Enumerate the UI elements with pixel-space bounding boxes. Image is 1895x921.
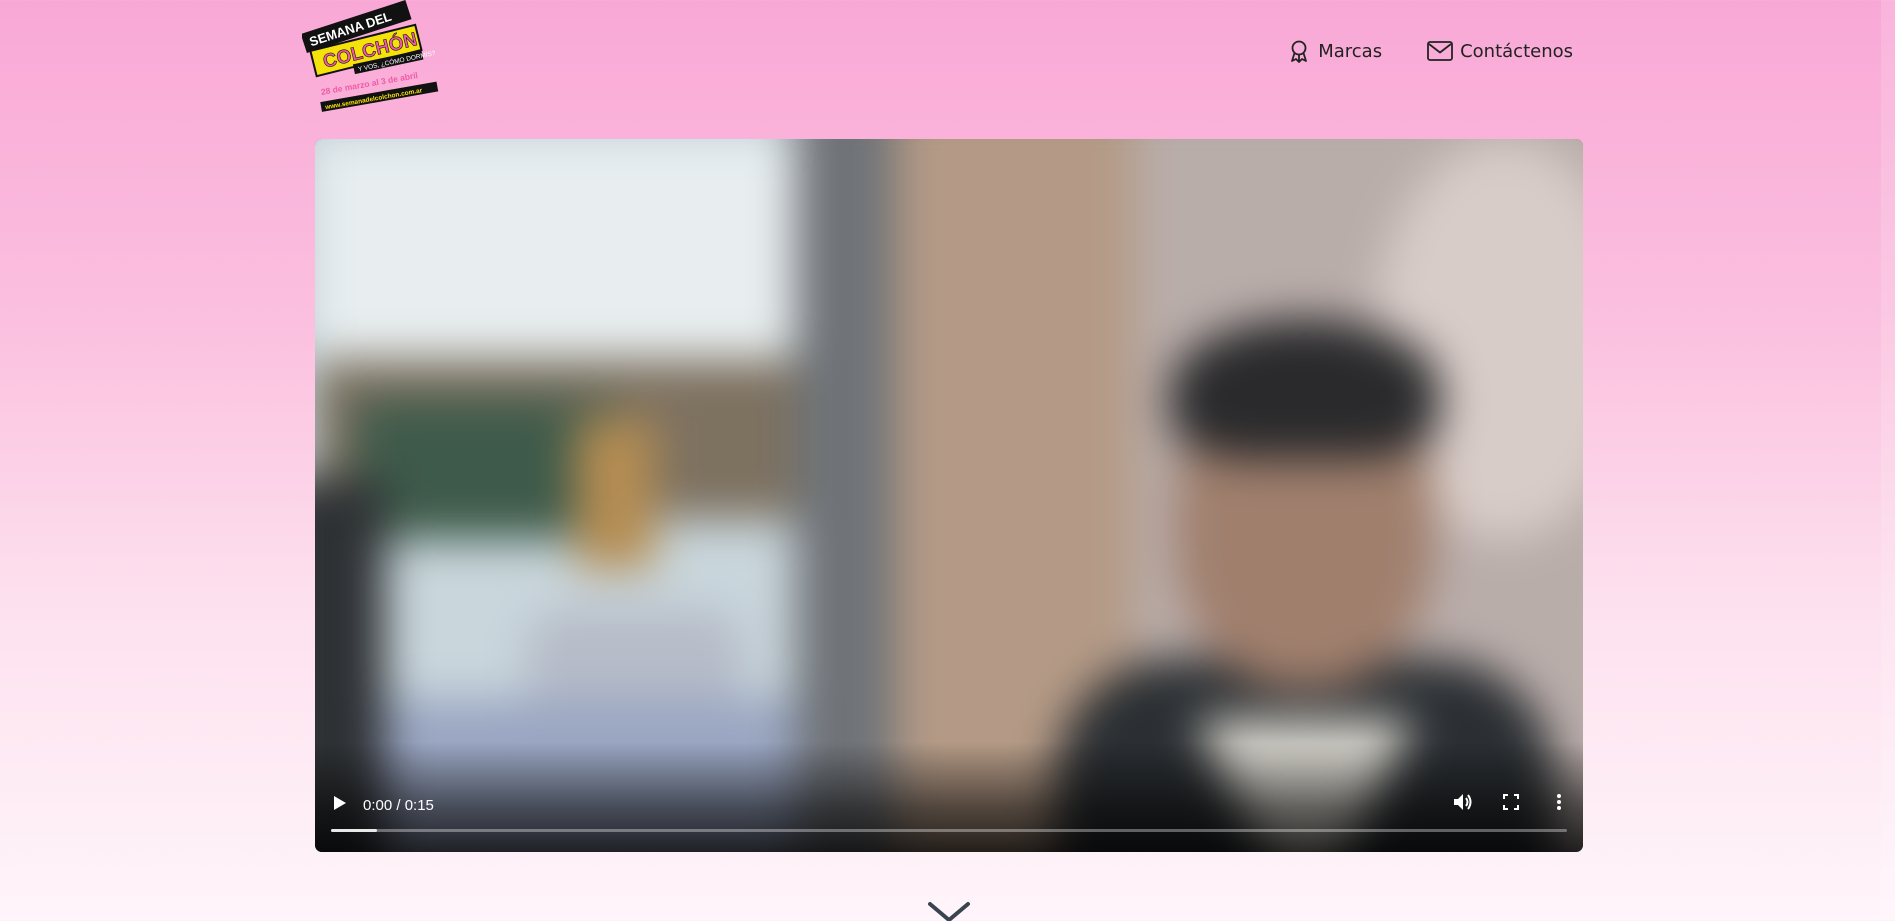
video-controls-right (1451, 792, 1571, 816)
nav-item-label: Contáctenos (1460, 40, 1573, 62)
fullscreen-icon (1503, 793, 1519, 815)
more-options-button[interactable] (1547, 792, 1571, 816)
brand-logo[interactable]: SEMANA DEL COLCHÓN Y VOS, ¿CÓMO DORMÍS? … (300, 0, 440, 112)
envelope-icon (1426, 40, 1454, 62)
play-button[interactable] (329, 794, 351, 816)
time-display: 0:00 / 0:15 (363, 797, 434, 814)
volume-button[interactable] (1451, 792, 1475, 816)
ribbon-award-icon (1286, 38, 1312, 64)
volume-icon (1453, 793, 1473, 816)
controls-overlay (315, 742, 1583, 852)
video-player[interactable]: 0:00 / 0:15 (315, 139, 1583, 852)
progress-bar[interactable] (331, 829, 1567, 832)
nav-item-label: Marcas (1318, 40, 1383, 62)
fullscreen-button[interactable] (1499, 792, 1523, 816)
scroll-down-chevron-icon[interactable] (926, 900, 972, 921)
main-nav: Marcas Contáctenos (1286, 38, 1573, 64)
nav-item-marcas[interactable]: Marcas (1286, 38, 1382, 64)
page-scrollbar[interactable] (1881, 0, 1895, 921)
play-icon (333, 795, 347, 816)
more-options-icon (1556, 793, 1562, 816)
nav-item-contactenos[interactable]: Contáctenos (1426, 40, 1573, 62)
progress-buffered (331, 829, 377, 832)
